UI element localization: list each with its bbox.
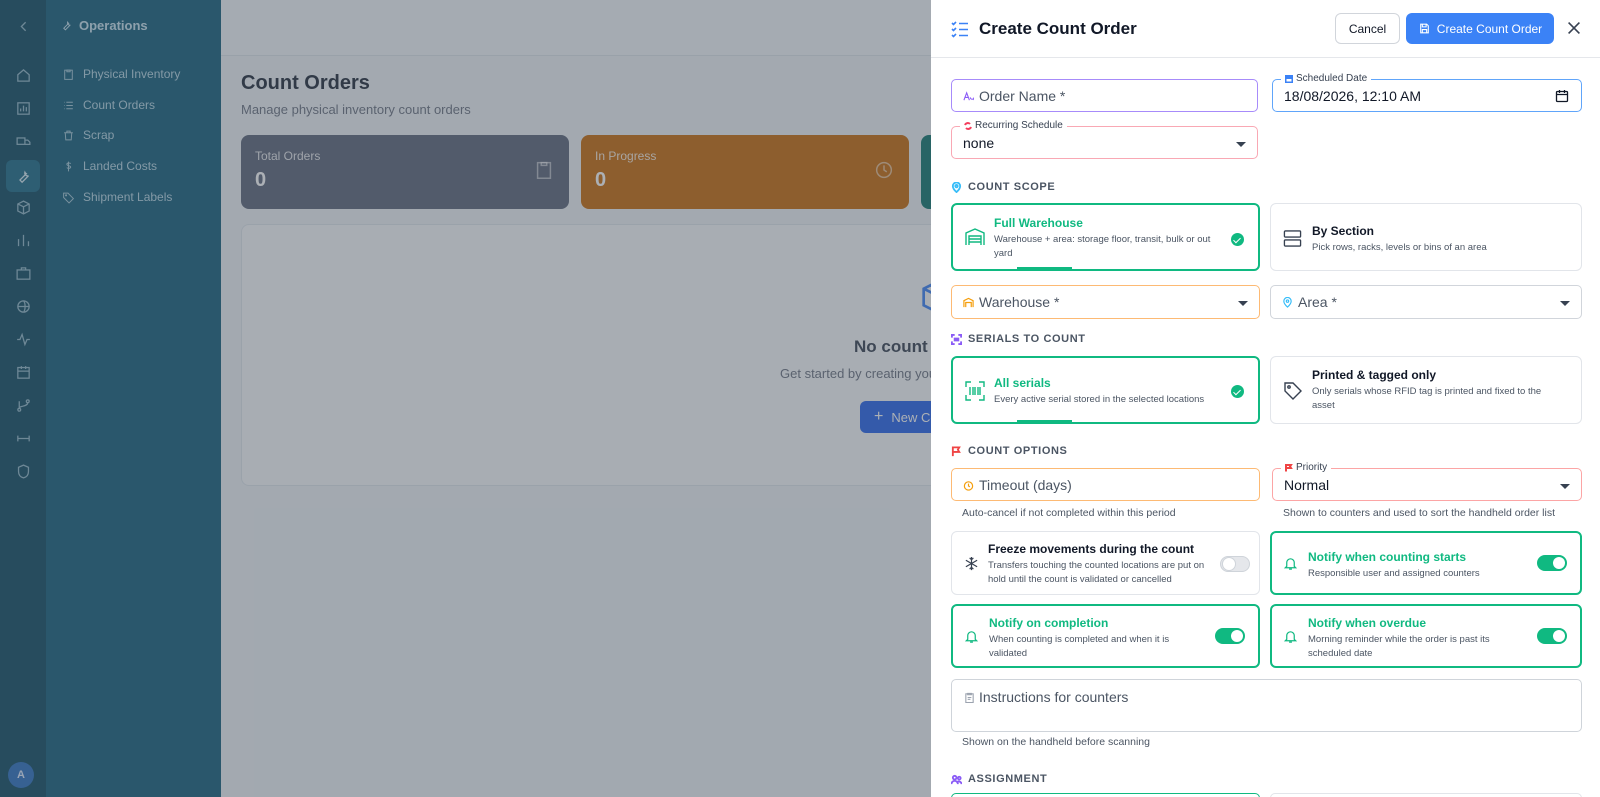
notify-start-toggle[interactable]	[1537, 555, 1567, 571]
toggle-description: Morning reminder while the order is past…	[1308, 634, 1490, 659]
text-format-icon	[963, 91, 974, 101]
serials-option-description: Only serials whose RFID tag is printed a…	[1312, 386, 1542, 411]
notify-completion-option[interactable]: Notify on completion When counting is co…	[951, 604, 1260, 668]
priority-value: Normal	[1284, 477, 1330, 493]
toggle-description: Responsible user and assigned counters	[1308, 568, 1480, 579]
toggle-description: Transfers touching the counted locations…	[988, 560, 1205, 585]
timeout-helper: Auto-cancel if not completed within this…	[962, 507, 1176, 519]
scope-option-by-section[interactable]: By Section Pick rows, racks, levels or b…	[1270, 203, 1582, 271]
check-circle-icon	[1231, 385, 1244, 398]
instructions-helper: Shown on the handheld before scanning	[962, 736, 1150, 748]
snowflake-icon	[965, 556, 978, 571]
clipboard-icon	[965, 692, 974, 703]
scheduled-date-value: 18/08/2026, 12:10 AM	[1284, 88, 1421, 104]
modal-backdrop[interactable]	[0, 0, 931, 797]
chevron-down-icon	[1238, 301, 1248, 306]
chevron-down-icon	[1560, 301, 1570, 306]
serials-option-all[interactable]: All serials Every active serial stored i…	[951, 356, 1260, 424]
checklist-icon	[951, 21, 968, 38]
users-icon	[951, 774, 962, 784]
assignment-card-peek	[951, 793, 1260, 797]
timeout-field[interactable]: Timeout (days)	[951, 468, 1260, 501]
rows-icon	[1283, 230, 1302, 247]
close-icon[interactable]	[1565, 19, 1583, 37]
warehouse-icon	[963, 297, 974, 308]
toggle-knob	[1231, 630, 1243, 642]
chevron-down-icon	[1560, 484, 1570, 489]
timer-icon	[963, 481, 974, 491]
calendar-picker-icon[interactable]	[1555, 89, 1569, 103]
freeze-movements-toggle[interactable]	[1220, 556, 1250, 572]
bell-icon	[964, 631, 979, 643]
toggle-description: When counting is completed and when it i…	[989, 634, 1170, 659]
notify-start-option[interactable]: Notify when counting starts Responsible …	[1270, 531, 1582, 595]
notify-overdue-option[interactable]: Notify when overdue Morning reminder whi…	[1270, 604, 1582, 668]
count-options-heading: COUNT OPTIONS	[951, 445, 1067, 457]
priority-select[interactable]: Priority Normal	[1272, 461, 1582, 501]
repeat-icon	[964, 122, 972, 130]
toggle-knob	[1553, 630, 1565, 642]
recurring-schedule-select[interactable]: Recurring Schedule none	[951, 119, 1258, 159]
toggle-title: Freeze movements during the count	[988, 542, 1195, 556]
serials-option-title: All serials	[994, 376, 1051, 390]
selection-indicator	[1017, 267, 1072, 269]
toggle-title: Notify when counting starts	[1308, 550, 1467, 564]
area-select[interactable]: Area *	[1270, 285, 1582, 319]
cancel-button[interactable]: Cancel	[1335, 13, 1400, 44]
scheduled-date-label: Scheduled Date	[1281, 72, 1372, 86]
warehouse-icon	[965, 228, 985, 245]
map-pin-icon	[951, 181, 962, 193]
assignment-card-peek	[1270, 793, 1582, 797]
priority-helper: Shown to counters and used to sort the h…	[1283, 507, 1556, 519]
toggle-knob	[1223, 558, 1235, 570]
notify-overdue-toggle[interactable]	[1537, 628, 1567, 644]
recurring-schedule-label: Recurring Schedule	[960, 119, 1067, 133]
check-circle-icon	[1231, 233, 1244, 246]
scan-icon	[951, 333, 962, 345]
bell-icon	[1283, 558, 1298, 570]
scope-option-title: By Section	[1312, 224, 1375, 238]
freeze-movements-option[interactable]: Freeze movements during the count Transf…	[951, 531, 1260, 595]
order-name-field[interactable]: Order Name *	[951, 79, 1258, 112]
flag-icon	[1285, 464, 1293, 472]
recurring-schedule-value: none	[963, 135, 995, 151]
panel-header: Create Count Order Cancel Create Count O…	[931, 0, 1600, 58]
scope-option-description: Pick rows, racks, levels or bins of an a…	[1312, 242, 1487, 253]
instructions-textarea[interactable]: Instructions for counters	[951, 679, 1582, 732]
save-icon	[1419, 23, 1429, 34]
toggle-title: Notify on completion	[989, 616, 1109, 630]
serials-option-printed-tagged[interactable]: Printed & tagged only Only serials whose…	[1270, 356, 1582, 424]
serials-option-title: Printed & tagged only	[1312, 368, 1437, 382]
chevron-down-icon	[1236, 142, 1246, 147]
create-count-order-panel: Create Count Order Cancel Create Count O…	[931, 0, 1600, 797]
notify-completion-toggle[interactable]	[1215, 628, 1245, 644]
bell-icon	[1283, 631, 1298, 643]
toggle-title: Notify when overdue	[1308, 616, 1427, 630]
scheduled-date-field[interactable]: Scheduled Date 18/08/2026, 12:10 AM	[1272, 72, 1582, 112]
map-pin-icon	[1283, 297, 1292, 308]
create-count-order-button[interactable]: Create Count Order	[1406, 13, 1554, 44]
serials-option-description: Every active serial stored in the select…	[994, 394, 1205, 405]
calendar-icon	[1285, 75, 1293, 83]
toggle-knob	[1553, 557, 1565, 569]
priority-label: Priority	[1281, 461, 1332, 475]
flag-icon	[951, 445, 961, 456]
serials-heading: SERIALS TO COUNT	[951, 333, 1086, 345]
barcode-scan-icon	[965, 381, 985, 401]
tag-icon	[1284, 382, 1302, 400]
warehouse-select[interactable]: Warehouse *	[951, 285, 1260, 319]
scope-option-full-warehouse[interactable]: Full Warehouse Warehouse + area: storage…	[951, 203, 1260, 271]
scope-option-title: Full Warehouse	[994, 216, 1083, 230]
selection-indicator	[1017, 420, 1072, 422]
panel-title: Create Count Order	[979, 19, 1137, 38]
scope-option-description: Warehouse + area: storage floor, transit…	[994, 234, 1211, 259]
assignment-heading: ASSIGNMENT	[951, 773, 1047, 785]
count-scope-heading: COUNT SCOPE	[951, 181, 1055, 193]
